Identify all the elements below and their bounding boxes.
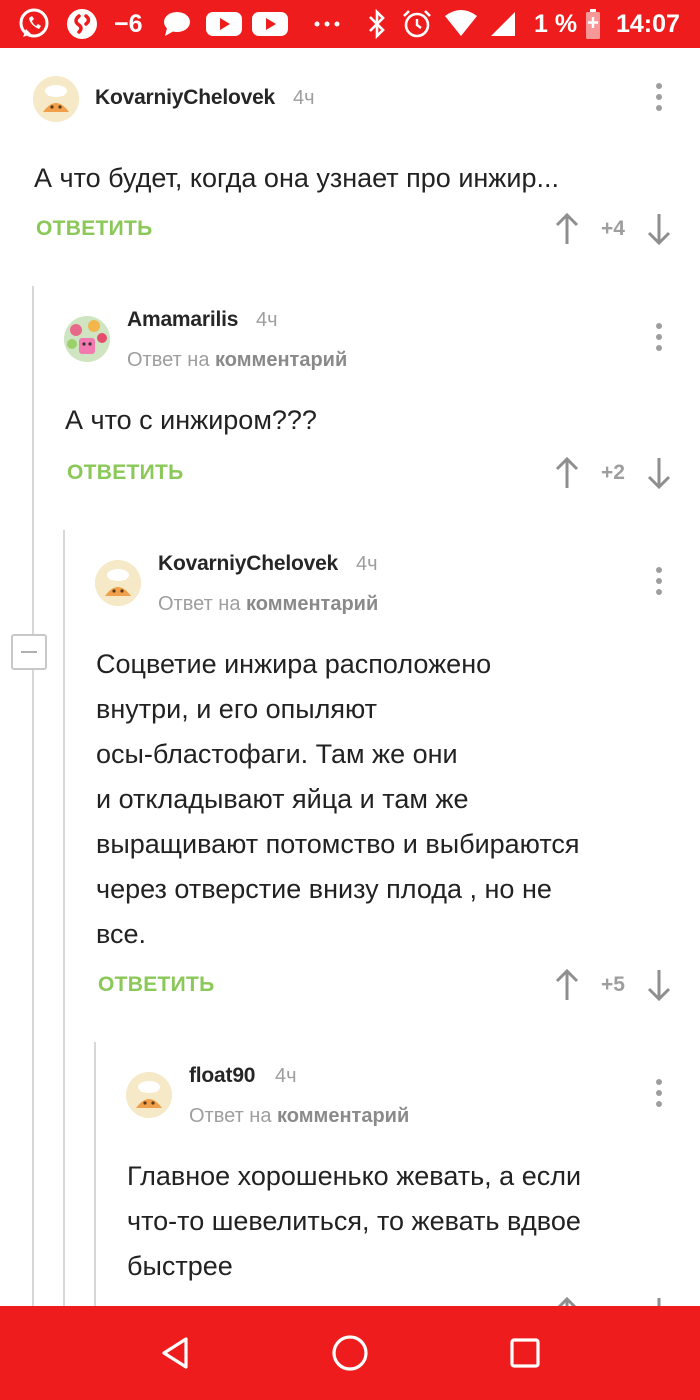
comment-text: Главное хорошенько жевать, а если что-то… bbox=[127, 1154, 687, 1289]
avatar[interactable] bbox=[126, 1072, 172, 1118]
comment-text: А что будет, когда она узнает про инжир.… bbox=[34, 163, 559, 193]
upvote-icon[interactable] bbox=[553, 456, 581, 490]
recents-icon[interactable] bbox=[505, 1333, 545, 1373]
reply-to-prefix: Ответ на bbox=[158, 593, 241, 615]
comment-score: +4 bbox=[601, 217, 625, 240]
youtube-icon bbox=[250, 8, 290, 40]
more-notifications-icon bbox=[312, 8, 342, 40]
reply-button[interactable]: ОТВЕТИТЬ bbox=[67, 460, 184, 486]
reply-to-link[interactable]: комментарий bbox=[277, 1105, 409, 1127]
comment-time: 4ч bbox=[356, 553, 378, 575]
temperature-text: −6 bbox=[114, 10, 143, 38]
comment-text-line: что-то шевелиться, то жевать вдвое bbox=[127, 1206, 581, 1236]
comment-author[interactable]: KovarniyChelovek bbox=[158, 551, 338, 577]
more-options-icon[interactable] bbox=[653, 322, 665, 352]
reply-button[interactable]: ОТВЕТИТЬ bbox=[98, 972, 215, 998]
clock-text: 14:07 bbox=[616, 10, 680, 38]
avatar[interactable] bbox=[64, 316, 110, 362]
comment-text: А что с инжиром??? bbox=[65, 405, 317, 435]
comment-score: +5 bbox=[601, 973, 625, 996]
comment-text-line: внутри, и его опыляют bbox=[96, 694, 378, 724]
comment-author[interactable]: Amamarilis bbox=[127, 307, 238, 333]
more-options-icon[interactable] bbox=[653, 1078, 665, 1108]
comment-text-line: Соцветие инжира расположено bbox=[96, 649, 492, 679]
reply-to-prefix: Ответ на bbox=[189, 1105, 272, 1127]
comment-text-line: выращивают потомство и выбираются bbox=[96, 829, 580, 859]
comment-score: +2 bbox=[601, 461, 625, 484]
comment: float90 4ч Ответ на комментарий Главное … bbox=[0, 1044, 700, 1306]
comment-text-line: Главное хорошенько жевать, а если bbox=[127, 1161, 582, 1191]
status-bar: −6 1 % 14:07 bbox=[0, 0, 700, 48]
signal-icon bbox=[488, 8, 518, 40]
upvote-icon[interactable] bbox=[553, 1296, 581, 1306]
avatar[interactable] bbox=[95, 560, 141, 606]
more-options-icon[interactable] bbox=[653, 566, 665, 596]
whatsapp-icon bbox=[16, 8, 52, 40]
back-icon[interactable] bbox=[156, 1333, 196, 1373]
battery-percent-text: 1 % bbox=[534, 10, 578, 38]
shazam-icon bbox=[64, 8, 100, 40]
bluetooth-icon bbox=[364, 8, 390, 40]
comment-text-line: все. bbox=[96, 919, 147, 949]
upvote-icon[interactable] bbox=[553, 968, 581, 1002]
comment-time: 4ч bbox=[275, 1065, 297, 1087]
comment-time: 4ч bbox=[293, 87, 315, 109]
wifi-icon bbox=[442, 8, 480, 40]
alarm-icon bbox=[400, 8, 434, 40]
comment: KovarniyChelovek 4ч Ответ на комментарий… bbox=[0, 532, 700, 1044]
youtube-icon bbox=[204, 8, 244, 40]
downvote-icon[interactable] bbox=[645, 212, 673, 246]
comment-text-line: быстрее bbox=[127, 1251, 233, 1281]
reply-to-link[interactable]: комментарий bbox=[215, 349, 347, 371]
comment-text-line: осы-бластофаги. Там же они bbox=[96, 739, 458, 769]
comment-author[interactable]: float90 bbox=[189, 1063, 255, 1089]
downvote-icon[interactable] bbox=[645, 456, 673, 490]
comment: Amamarilis 4ч Ответ на комментарий А что… bbox=[0, 288, 700, 532]
home-icon[interactable] bbox=[330, 1333, 370, 1373]
navigation-bar bbox=[0, 1306, 700, 1400]
comment-text-line: через отверстие внизу плода , но не bbox=[96, 874, 552, 904]
downvote-icon[interactable] bbox=[645, 968, 673, 1002]
more-options-icon[interactable] bbox=[653, 82, 665, 112]
battery-charging-icon bbox=[584, 8, 602, 40]
comments-thread: KovarniyChelovek 4ч А что будет, когда о… bbox=[0, 48, 700, 1306]
reply-to-prefix: Ответ на bbox=[127, 349, 210, 371]
comment-text-line: и откладывают яйца и там же bbox=[96, 784, 469, 814]
reply-button[interactable]: ОТВЕТИТЬ bbox=[36, 216, 153, 242]
comment: KovarniyChelovek 4ч А что будет, когда о… bbox=[0, 48, 700, 288]
reply-to-label[interactable]: Ответ на комментарий bbox=[158, 591, 378, 617]
upvote-icon[interactable] bbox=[553, 212, 581, 246]
downvote-icon[interactable] bbox=[645, 1296, 673, 1306]
comment-time: 4ч bbox=[256, 309, 278, 331]
comment-text: Соцветие инжира расположено внутри, и ег… bbox=[96, 642, 686, 957]
avatar[interactable] bbox=[33, 76, 79, 122]
reply-to-label[interactable]: Ответ на комментарий bbox=[189, 1103, 409, 1129]
message-icon bbox=[160, 8, 194, 40]
comment-author[interactable]: KovarniyChelovek bbox=[95, 85, 275, 111]
reply-to-link[interactable]: комментарий bbox=[246, 593, 378, 615]
reply-to-label[interactable]: Ответ на комментарий bbox=[127, 347, 347, 373]
